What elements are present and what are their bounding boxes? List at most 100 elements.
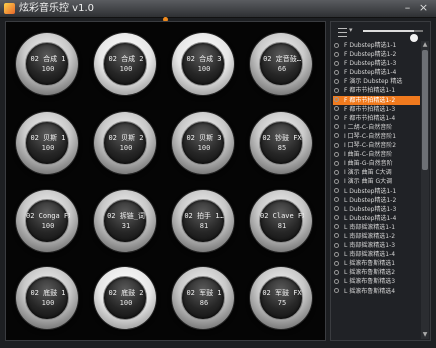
drum-pad[interactable]: 02 贝斯 2 100 [94,112,156,174]
drum-pad[interactable]: 02 合成 3 100 [172,33,234,95]
pad-face: 02 Conga FX 100 [25,199,70,243]
drum-pad[interactable]: 02 定音鼓… 66 [250,33,312,95]
playlist-item[interactable]: I 演示 曲笛 C大调 [333,168,420,177]
playlist-item[interactable]: F 演示 Dubstep 精选 [333,77,420,86]
playlist-item[interactable]: L 摇滚布鲁斯精选1 [333,259,420,268]
playlist-scrollbar[interactable]: ▲ ▼ [421,41,429,339]
pad-value: 86 [199,299,209,307]
playlist-item[interactable]: F Dubstep精选1-3 [333,59,420,68]
playlist-item[interactable]: L 南部摇滚精选1-3 [333,241,420,250]
scroll-thumb[interactable] [422,50,428,170]
playlist-item-label: I 曲笛-G-自然音阶 [344,160,393,168]
playlist-item[interactable]: I 口琴-C-自然音阶1 [333,132,420,141]
chevron-down-icon[interactable]: ▾ [349,26,353,34]
playlist-item[interactable]: F Dubstep精选1-1 [333,41,420,50]
pad-value: 85 [277,144,287,152]
playlist-item-label: L 摇滚布鲁斯精选1 [344,260,396,268]
radio-icon [334,151,339,157]
playlist-item-label: L 南部摇滚精选1-1 [344,223,396,231]
playlist-panel: ▾ F Dubstep精选1-1 F Dubstep精选1-2 F Dubstep精… [330,21,431,341]
drum-pad[interactable]: 02 拆链_词 31 [94,190,156,252]
pad-label: 02 合成 1 [30,55,66,63]
playlist-item-label: I 曲笛-C-自然音阶 [344,151,393,159]
pad-label: 02 军鼓 1 [186,289,222,297]
playlist-item[interactable]: L 南部摇滚精选1-2 [333,232,420,241]
radio-icon [334,97,339,103]
drum-pad[interactable]: 02 拍手 1… 81 [172,190,234,252]
playlist-item[interactable]: L 南部摇滚精选1-4 [333,250,420,259]
radio-icon [334,115,339,121]
pad-label: 02 Conga FX [26,212,70,220]
playlist-item[interactable]: F Dubstep精选1-2 [333,50,420,59]
playlist-item-label: L Dubstep精选1-1 [344,187,397,195]
playlist-item[interactable]: L Dubstep精选1-2 [333,196,420,205]
drum-pad[interactable]: 02 Conga FX 100 [16,190,78,252]
playlist-item[interactable]: F 都市节拍精选1-4 [333,114,420,123]
radio-icon [334,124,339,130]
pad-label: 02 钞鼓 FX [262,134,302,142]
radio-icon [334,269,339,275]
pad-label: 02 贝斯 2 [108,134,144,142]
drum-pad[interactable]: 02 Clave FX 81 [250,190,312,252]
drum-pad[interactable]: 02 合成 2 100 [94,33,156,95]
playlist-item[interactable]: L Dubstep精选1-4 [333,214,420,223]
pad-label: 02 底鼓 2 [108,289,144,297]
menu-icon[interactable] [338,28,347,37]
pad-face: 02 底鼓 2 100 [103,276,147,320]
playlist-item[interactable]: F 都市节拍精选1-1 [333,86,420,95]
minimize-button[interactable]: – [401,2,414,14]
pad-face: 02 合成 3 100 [181,42,225,86]
pad-value: 75 [277,299,287,307]
drum-pad[interactable]: 02 钞鼓 FX 85 [250,112,312,174]
playlist-item[interactable]: L 南部摇滚精选1-1 [333,223,420,232]
playlist-item[interactable]: F 都市节拍精选1-3 [333,105,420,114]
playlist-item[interactable]: I 演示 曲笛 G大调 [333,177,420,186]
pad-face: 02 贝斯 1 100 [25,121,69,165]
pad-value: 66 [277,65,287,73]
pad-value: 100 [119,144,133,152]
scroll-up-icon[interactable]: ▲ [421,41,429,49]
playlist-item-label: L 南部摇滚精选1-4 [344,251,396,259]
radio-icon [334,260,339,266]
pad-face: 02 Clave FX 81 [259,199,304,243]
pad-face: 02 合成 2 100 [103,42,147,86]
window-title: 炫彩音乐控 v1.0 [19,3,94,14]
drum-pad[interactable]: 02 合成 1 100 [16,33,78,95]
playlist: F Dubstep精选1-1 F Dubstep精选1-2 F Dubstep精选1… [333,41,420,339]
radio-icon [334,242,339,248]
playlist-item[interactable]: L Dubstep精选1-1 [333,187,420,196]
radio-icon [334,133,339,139]
playlist-item-label: F 都市节拍精选1-4 [344,114,396,122]
playlist-item[interactable]: L 摇滚布鲁斯精选2 [333,268,420,277]
playlist-item[interactable]: L 摇滚布鲁斯精选4 [333,287,420,296]
playlist-item[interactable]: I 曲笛-C-自然音阶 [333,150,420,159]
radio-icon [334,278,339,284]
radio-icon [334,188,339,193]
radio-icon [334,288,339,294]
playlist-item[interactable]: F 都市节拍精选1-2 [333,95,420,105]
playlist-item-label: L Dubstep精选1-3 [344,205,397,213]
drum-pad[interactable]: 02 贝斯 1 100 [16,112,78,174]
playlist-item-label: I 演示 曲笛 G大调 [344,178,393,186]
close-button[interactable]: × [417,2,430,14]
playlist-item[interactable]: I 口琴-C-自然音阶2 [333,141,420,150]
pad-face: 02 拆链_词 31 [103,199,147,243]
volume-fill [363,30,414,32]
volume-slider[interactable] [363,30,423,42]
drum-pad[interactable]: 02 军鼓 FX 75 [250,267,312,329]
playlist-item[interactable]: L Dubstep精选1-3 [333,205,420,214]
playlist-item[interactable]: L 摇滚布鲁斯精选3 [333,277,420,286]
drum-pad[interactable]: 02 军鼓 1 86 [172,267,234,329]
drum-pad[interactable]: 02 底鼓 2 100 [94,267,156,329]
radio-icon [334,224,339,230]
playlist-item[interactable]: F Dubstep精选1-4 [333,68,420,77]
drum-pad[interactable]: 02 底鼓 1 100 [16,267,78,329]
playlist-item[interactable]: I 曲笛-G-自然音阶 [333,159,420,168]
scroll-down-icon[interactable]: ▼ [421,331,429,339]
radio-icon [334,51,339,57]
radio-icon [334,78,339,84]
radio-icon [334,42,339,48]
playlist-item[interactable]: I 二胡-C-自然音阶 [333,123,420,132]
playlist-item-label: I 口琴-C-自然音阶1 [344,132,397,140]
drum-pad[interactable]: 02 贝斯 3 100 [172,112,234,174]
